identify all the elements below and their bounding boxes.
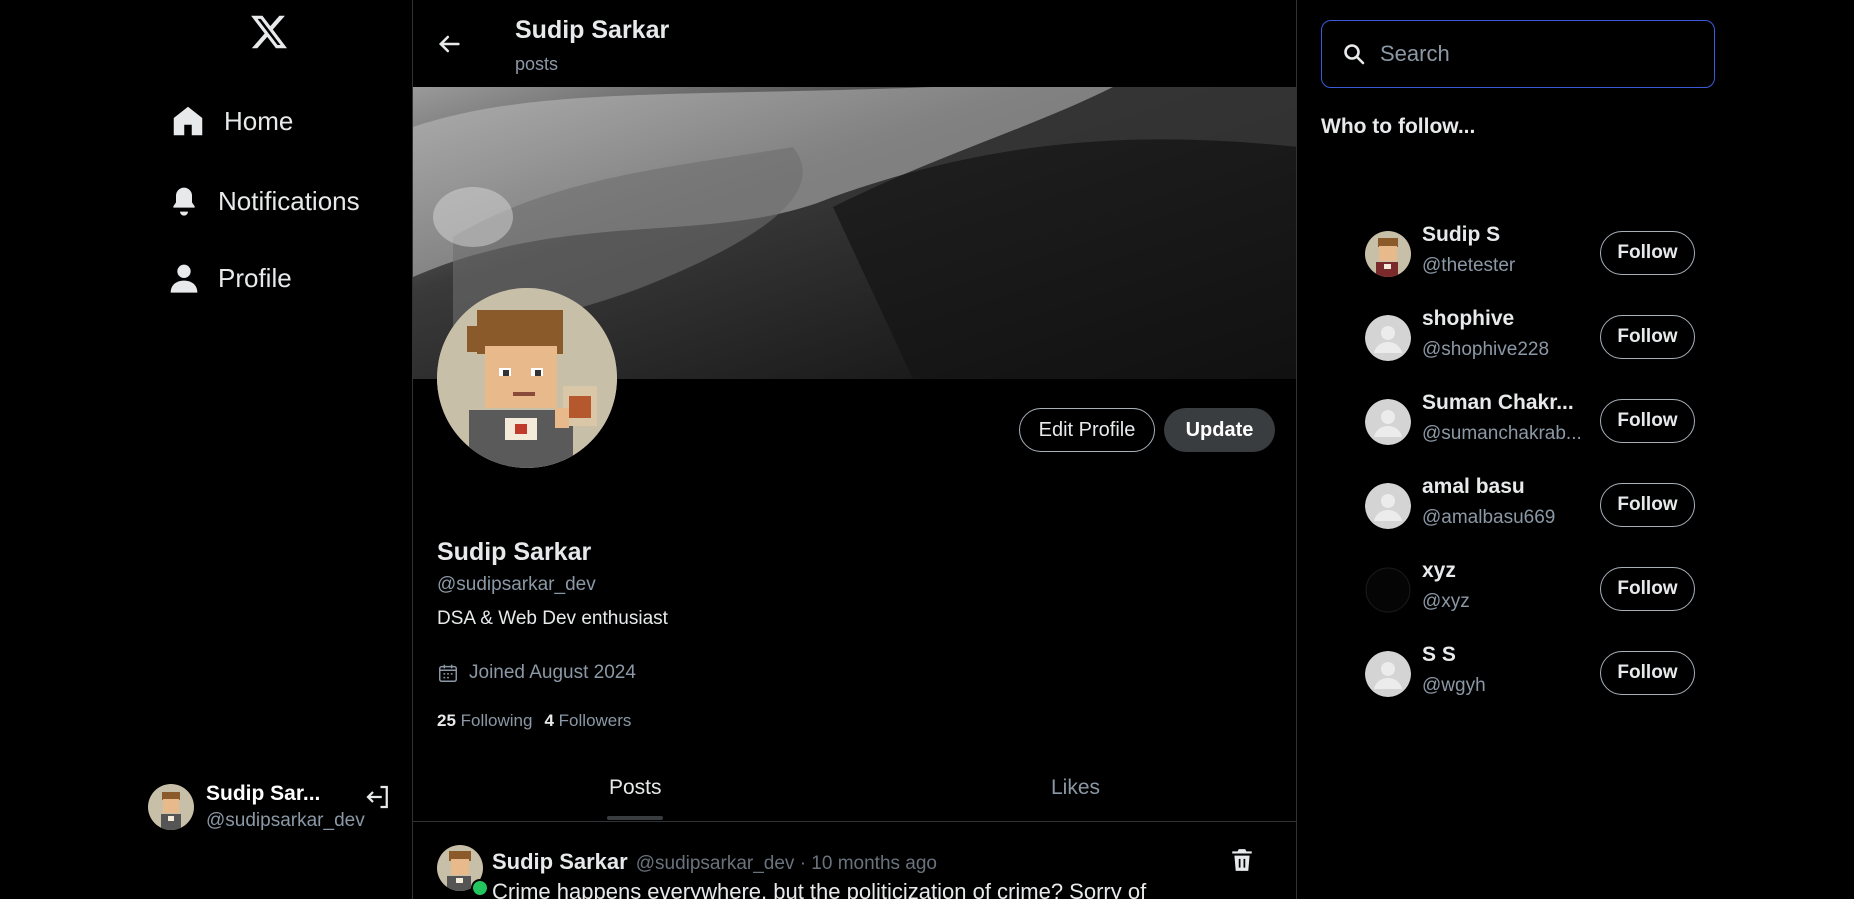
- left-sidebar: Home Notifications Profile Sudip Sar... …: [0, 0, 412, 899]
- calendar-icon: [439, 664, 457, 682]
- suggestion-item[interactable]: amal basu @amalbasu669 Follow: [1365, 475, 1695, 535]
- update-button[interactable]: Update: [1164, 408, 1275, 452]
- avatar: [1365, 567, 1411, 613]
- followers-label: Followers: [558, 711, 632, 730]
- tab-likes[interactable]: Likes: [1051, 776, 1100, 800]
- default-avatar-icon: [1365, 651, 1411, 697]
- search-box[interactable]: [1321, 20, 1715, 88]
- suggestion-item[interactable]: S S @wgyh Follow: [1365, 643, 1695, 703]
- main-column: Sudip Sarkar posts Edit Profile Update S…: [412, 0, 1297, 899]
- suggestion-item[interactable]: Sudip S @thetester Follow: [1365, 223, 1695, 283]
- suggestion-handle: @shophive228: [1422, 339, 1550, 360]
- suggestion-name: amal basu: [1422, 475, 1525, 498]
- active-tab-indicator: [607, 816, 663, 820]
- avatar: [148, 784, 194, 830]
- profile-bio: DSA & Web Dev enthusiast: [437, 608, 668, 629]
- suggestion-handle: @sumanchakrab...: [1422, 423, 1582, 444]
- suggestion-handle: @wgyh: [1422, 675, 1486, 696]
- follow-button[interactable]: Follow: [1600, 315, 1695, 359]
- joined-text: Joined August 2024: [469, 662, 636, 683]
- current-user-name: Sudip Sar...: [206, 782, 321, 805]
- suggestion-name: Sudip S: [1422, 223, 1501, 246]
- page-subtitle: posts: [515, 54, 559, 74]
- edit-profile-button[interactable]: Edit Profile: [1019, 408, 1155, 452]
- page-title: Sudip Sarkar: [515, 16, 670, 44]
- following-link[interactable]: 25 Following: [437, 711, 532, 731]
- followers-link[interactable]: 4 Followers: [544, 711, 631, 731]
- nav-home-label: Home: [224, 105, 294, 136]
- suggestion-handle: @xyz: [1422, 591, 1470, 612]
- follow-button[interactable]: Follow: [1600, 651, 1695, 695]
- post-text: Crime happens everywhere, but the politi…: [492, 879, 1147, 899]
- current-user-handle: @sudipsarkar_dev: [206, 810, 365, 831]
- follow-stats: 25 Following 4 Followers: [437, 711, 631, 731]
- post-author[interactable]: Sudip Sarkar: [492, 849, 628, 874]
- nav-profile[interactable]: Profile: [168, 262, 292, 294]
- default-avatar-icon: [1365, 399, 1411, 445]
- follow-button[interactable]: Follow: [1600, 399, 1695, 443]
- search-icon: [1344, 44, 1365, 65]
- logout-icon[interactable]: [363, 782, 393, 812]
- nav-home[interactable]: Home: [170, 103, 293, 139]
- avatar: [1365, 231, 1411, 277]
- nav-notifications-label: Notifications: [218, 185, 360, 216]
- tab-posts[interactable]: Posts: [609, 776, 662, 800]
- following-label: Following: [460, 711, 533, 730]
- bell-icon: [173, 187, 195, 216]
- profile-avatar: [437, 288, 617, 468]
- profile-header: Sudip Sarkar posts: [413, 0, 1296, 87]
- profile-name: Sudip Sarkar: [437, 538, 592, 566]
- suggestion-item[interactable]: Suman Chakr... @sumanchakrab... Follow: [1365, 391, 1695, 451]
- follow-button[interactable]: Follow: [1600, 567, 1695, 611]
- nav-profile-label: Profile: [218, 262, 292, 293]
- user-icon: [170, 264, 198, 293]
- trash-icon[interactable]: [1229, 847, 1255, 873]
- post-meta: @sudipsarkar_dev · 10 months ago: [635, 853, 938, 874]
- home-icon: [173, 106, 203, 136]
- suggestion-name: xyz: [1422, 559, 1456, 582]
- x-logo-icon[interactable]: [249, 12, 289, 52]
- back-arrow-icon[interactable]: [435, 30, 463, 58]
- default-avatar-icon: [1365, 483, 1411, 529]
- current-user-card[interactable]: Sudip Sar... @sudipsarkar_dev: [148, 782, 393, 832]
- follow-button[interactable]: Follow: [1600, 231, 1695, 275]
- joined-date: Joined August 2024: [437, 662, 636, 684]
- profile-tabs: Posts Likes: [413, 762, 1296, 822]
- right-sidebar: Who to follow... Sudip S @thetester Foll…: [1297, 0, 1854, 899]
- suggestion-name: shophive: [1422, 307, 1515, 330]
- default-avatar-icon: [1365, 315, 1411, 361]
- suggestion-handle: @amalbasu669: [1422, 507, 1556, 528]
- suggestion-name: Suman Chakr...: [1422, 391, 1574, 414]
- post-item[interactable]: Sudip Sarkar @sudipsarkar_dev · 10 months…: [413, 823, 1296, 899]
- suggestion-item[interactable]: shophive @shophive228 Follow: [1365, 307, 1695, 367]
- follow-button[interactable]: Follow: [1600, 483, 1695, 527]
- suggestion-item[interactable]: xyz @xyz Follow: [1365, 559, 1695, 619]
- who-to-follow-title: Who to follow...: [1321, 115, 1476, 138]
- followers-count: 4: [544, 711, 554, 730]
- suggestion-handle: @thetester: [1422, 255, 1516, 276]
- following-count: 25: [437, 711, 456, 730]
- suggestion-name: S S: [1422, 643, 1456, 666]
- nav-notifications[interactable]: Notifications: [168, 185, 360, 217]
- search-input[interactable]: [1380, 41, 1700, 67]
- online-status-dot: [471, 879, 489, 897]
- profile-handle: @sudipsarkar_dev: [437, 574, 596, 595]
